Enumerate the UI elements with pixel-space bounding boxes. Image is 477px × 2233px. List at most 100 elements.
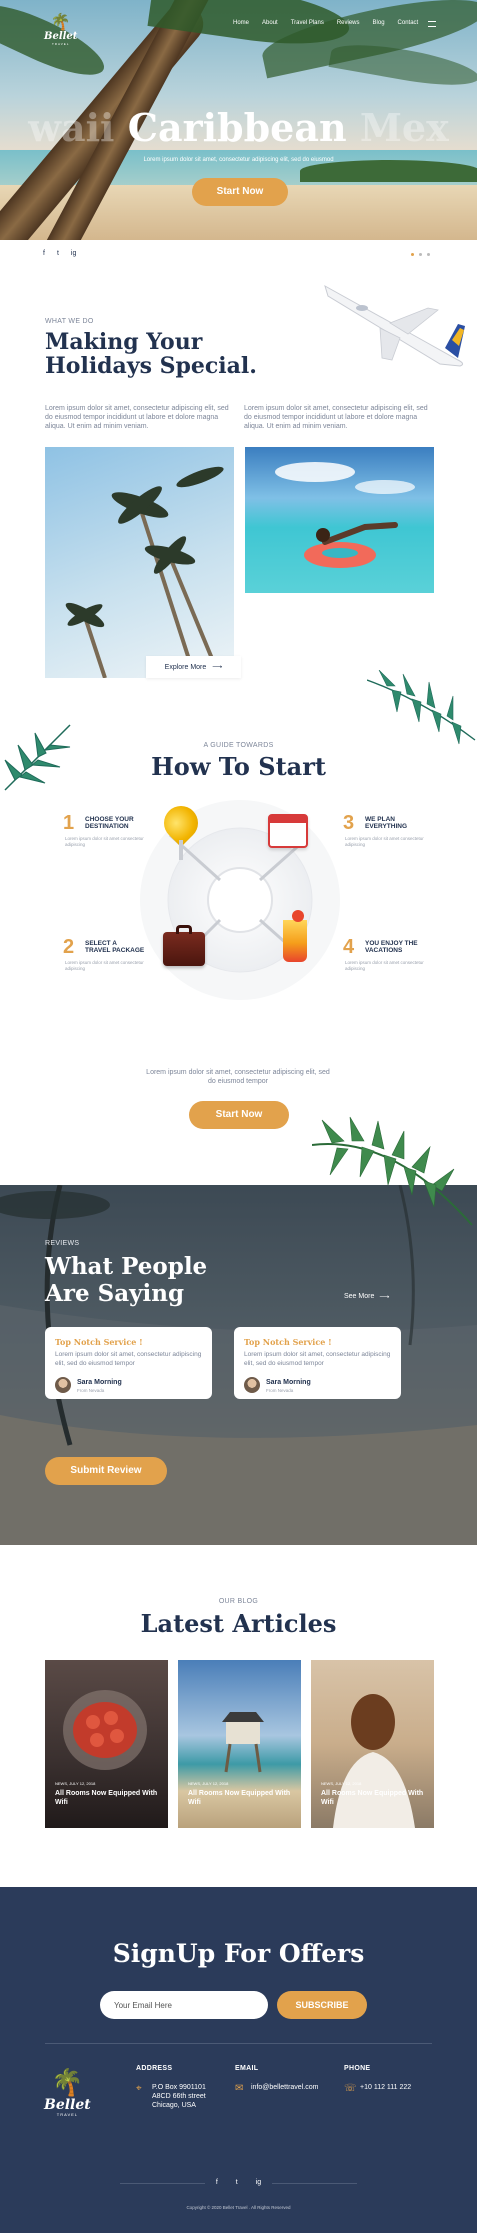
how-to-start-eyebrow: A GUIDE TOWARDS [203,742,274,749]
instagram-icon[interactable]: ig [71,250,76,257]
hero-banner: 🌴 Bellet TRAVEL Home About Travel Plans … [0,0,477,240]
footer-divider [45,2043,432,2044]
address-line: A8CD 66th street [152,2093,206,2100]
reviewer-location: From Nevada [266,1388,294,1393]
reviews-title-line1: What People [45,1253,208,1280]
reviewer-name: Sara Morning [77,1379,122,1386]
pool-float-photo [245,447,434,593]
pin-stem-icon [179,840,183,860]
address-heading: ADDRESS [136,2065,173,2072]
step-title: SELECT A TRAVEL PACKAGE [85,940,144,954]
phone-heading: PHONE [344,2065,371,2072]
what-we-do-title-line2: Holidays Special. [45,353,257,379]
email-input[interactable] [100,1991,268,2019]
article-title[interactable]: All Rooms Now Equipped With Wifi [188,1789,298,1807]
article-title[interactable]: All Rooms Now Equipped With Wifi [321,1789,431,1807]
pool-float-illustration [275,462,415,568]
cocktail-icon [283,920,307,962]
avatar [55,1377,71,1393]
phone-link[interactable]: +10 112 111 222 [360,2083,411,2092]
footer-brand-logo[interactable]: 🌴 Bellet TRAVEL [44,2067,91,2117]
leaf-right-icon [367,670,476,745]
palm-trees-illustration [65,466,224,678]
avatar [244,1377,260,1393]
step-desc: Lorem ipsum dolor sit amet consectetur a… [345,960,424,971]
facebook-icon[interactable]: f [43,250,45,257]
what-we-do-title-line1: Making Your [45,329,203,355]
reviewer-location: From Nevada [77,1388,105,1393]
hero-start-now-button[interactable]: Start Now [192,178,288,206]
nav-blog[interactable]: Blog [373,20,385,26]
article-card[interactable]: NEWS, JULY 12, 2018 All Rooms Now Equipp… [45,1660,168,1828]
main-nav: Home About Travel Plans Reviews Blog Con… [233,20,418,26]
twitter-icon[interactable]: t [57,250,59,257]
what-we-do-para-2: Lorem ipsum dolor sit amet, consectetur … [244,405,428,430]
reviewer-name: Sara Morning [266,1379,311,1386]
reviews-section: REVIEWS What People Are Saying See More … [0,1185,477,1545]
article-card[interactable]: NEWS, JULY 12, 2018 All Rooms Now Equipp… [311,1660,434,1828]
step-title: CHOOSE YOUR DESTINATION [85,816,134,830]
step-desc: Lorem ipsum dolor sit amet consectetur a… [65,836,144,847]
step-number: 4 [343,936,355,958]
facebook-icon[interactable]: f [216,2179,218,2186]
subscribe-button[interactable]: SUBSCRIBE [277,1991,367,2019]
slider-dot[interactable] [419,253,422,256]
how-to-start-title: How To Start [151,752,326,781]
step-title-line2: DESTINATION [85,823,129,830]
address-lines: P.O Box 9901101 A8CD 66th street Chicago… [152,2083,206,2110]
twitter-icon[interactable]: t [236,2179,238,2186]
how-start-now-button[interactable]: Start Now [189,1101,289,1129]
nav-home[interactable]: Home [233,20,249,26]
cocktail-fruit-icon [292,910,304,922]
reviews-title-line2: Are Saying [45,1280,185,1307]
signup-title: SignUp For Offers [112,1939,365,1968]
arrow-right-icon: ⟶ [379,1294,390,1301]
reviews-title: What People Are Saying [45,1253,207,1307]
location-pin-icon: ⌖ [136,2083,142,2094]
hero-title-ghost-left: waii [28,105,115,150]
what-we-do-eyebrow: WHAT WE DO [45,318,94,325]
blog-title: Latest Articles [140,1609,337,1638]
hero-title: waii Caribbean Mex [0,105,477,155]
explore-more-button[interactable]: Explore More ⟶ [146,656,241,678]
article-meta: NEWS, JULY 12, 2018 [188,1781,229,1786]
slider-dot[interactable] [411,253,414,256]
step-title-line1: SELECT A [85,940,117,947]
submit-review-button[interactable]: Submit Review [45,1457,167,1485]
nav-reviews[interactable]: Reviews [337,20,360,26]
palm-logo-icon: 🌴 [50,14,71,31]
nav-contact[interactable]: Contact [398,20,419,26]
review-body: Lorem ipsum dolor sit amet, consectetur … [55,1351,202,1367]
reviews-eyebrow: REVIEWS [45,1240,80,1247]
hero-subtitle: Lorem ipsum dolor sit amet, consectetur … [143,157,334,163]
article-title[interactable]: All Rooms Now Equipped With Wifi [55,1789,165,1807]
instagram-icon[interactable]: ig [256,2179,261,2186]
see-more-label: See More [344,1293,375,1300]
step-title-line2: VACATIONS [365,947,403,954]
email-link[interactable]: info@bellettravel.com [251,2083,318,2092]
slider-dot[interactable] [427,253,430,256]
what-we-do-title: Making Your Holidays Special. [45,330,257,378]
nav-travel-plans[interactable]: Travel Plans [291,20,324,26]
footer-address: ADDRESS ⌖ P.O Box 9901101 A8CD 66th stre… [136,2065,226,2109]
hero-title-ghost-right: Mex [359,105,449,150]
see-more-link[interactable]: See More ⟶ [344,1293,389,1301]
copyright: Copyright © 2020 Bellet Travel . All Rig… [186,2205,291,2210]
step-number: 1 [63,812,75,834]
arrow-right-icon: ⟶ [212,664,223,671]
article-card[interactable]: NEWS, JULY 12, 2018 All Rooms Now Equipp… [178,1660,301,1828]
brand-logo[interactable]: 🌴 Bellet TRAVEL [44,12,77,46]
step-title-line1: YOU ENJOY THE [365,940,418,947]
footer-email: EMAIL ✉ info@bellettravel.com [235,2065,335,2094]
article-meta: NEWS, JULY 12, 2018 [321,1781,362,1786]
blog-eyebrow: OUR BLOG [218,1598,259,1605]
hero-slider-dots [411,253,430,256]
address-line: P.O Box 9901101 [152,2084,206,2091]
nav-about[interactable]: About [262,20,278,26]
review-card: Top Notch Service ! Lorem ipsum dolor si… [45,1327,212,1399]
brand-name: Bellet [44,31,78,42]
brand-name: Bellet [44,2097,91,2113]
review-body: Lorem ipsum dolor sit amet, consectetur … [244,1351,391,1367]
hamburger-icon[interactable] [428,21,436,27]
step-title-line1: CHOOSE YOUR [85,816,134,823]
